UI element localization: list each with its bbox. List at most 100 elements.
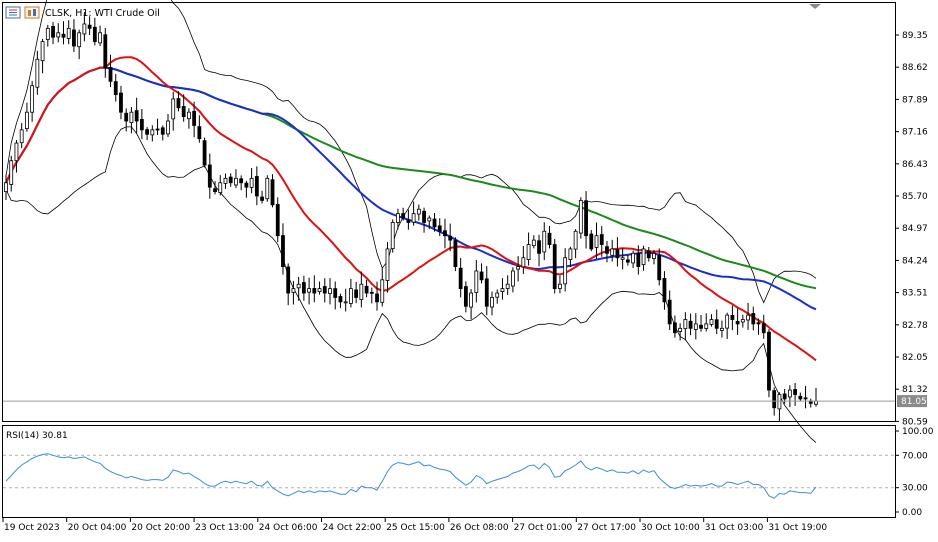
candle-body xyxy=(380,279,385,303)
candle-body xyxy=(254,176,259,197)
candle-body xyxy=(228,176,233,184)
candle-body xyxy=(270,179,275,206)
candle-body xyxy=(683,319,688,330)
candle-body xyxy=(343,301,348,304)
candle-body xyxy=(218,182,223,193)
candle-body xyxy=(364,285,369,294)
candle-body xyxy=(317,288,322,292)
candle-body xyxy=(469,292,473,308)
price-tick-label: 86.43 xyxy=(902,160,928,170)
candle-body xyxy=(657,254,662,281)
price-tick-label: 88.62 xyxy=(902,63,928,73)
candle-body xyxy=(725,314,730,329)
candle-body xyxy=(166,120,170,135)
candle-body xyxy=(599,234,604,245)
candle-body xyxy=(558,283,562,289)
candle-body xyxy=(605,246,609,254)
candle-body xyxy=(369,291,374,294)
price-tick-label: 81.32 xyxy=(902,385,928,395)
time-tick-label: 30 Oct 10:00 xyxy=(641,523,700,533)
time-tick-label: 27 Oct 01:00 xyxy=(514,523,573,533)
candle-body xyxy=(537,240,541,254)
candle-body xyxy=(782,393,787,400)
price-tick-label: 83.51 xyxy=(902,289,928,299)
candle-body xyxy=(207,164,212,188)
candle-body xyxy=(113,81,118,95)
candle-body xyxy=(35,58,40,88)
candle-body xyxy=(521,257,526,268)
candle-body xyxy=(636,252,641,267)
chart-title: CLSK, H1: WTI Crude Oil xyxy=(45,8,160,19)
price-tick-label: 82.78 xyxy=(902,321,928,331)
candle-body xyxy=(427,217,432,222)
candle-body xyxy=(589,233,594,250)
current-price-label: 81.05 xyxy=(901,397,927,407)
candle-body xyxy=(129,111,134,124)
candle-body xyxy=(338,296,343,303)
candle-body xyxy=(673,322,677,334)
candle-body xyxy=(573,230,578,250)
candle-body xyxy=(500,288,505,293)
candle-body xyxy=(594,235,599,248)
time-tick-label: 24 Oct 06:00 xyxy=(259,523,318,533)
candle-body xyxy=(615,249,620,259)
rsi-tick-label: 0.00 xyxy=(902,508,922,518)
time-tick-label: 19 Oct 2023 xyxy=(4,523,60,533)
candle-body xyxy=(406,219,411,223)
price-panel[interactable] xyxy=(2,2,896,422)
candle-body xyxy=(307,288,311,293)
candle-body xyxy=(568,248,573,260)
candle-body xyxy=(411,213,416,223)
candle-body xyxy=(275,203,280,237)
candle-body xyxy=(474,270,479,293)
candle-body xyxy=(72,29,76,47)
candle-body xyxy=(333,288,338,298)
candle-body xyxy=(390,222,395,250)
candle-body xyxy=(181,106,186,118)
candle-body xyxy=(281,235,285,267)
candle-body xyxy=(798,395,803,400)
candle-body xyxy=(385,248,390,281)
candle-body xyxy=(542,230,547,253)
candle-body xyxy=(197,126,202,140)
candle-body xyxy=(631,252,635,264)
candle-body xyxy=(150,129,155,136)
candle-body xyxy=(134,110,139,122)
candle-body xyxy=(14,142,19,162)
candle-body xyxy=(92,26,97,43)
candle-body xyxy=(793,389,797,395)
rsi-title: RSI(14) 30.81 xyxy=(6,431,68,441)
candle-body xyxy=(552,244,557,290)
candle-body xyxy=(30,85,35,113)
candle-body xyxy=(155,128,160,131)
candle-body xyxy=(416,208,421,215)
candle-body xyxy=(740,319,745,323)
candle-body xyxy=(584,200,588,237)
candle-body xyxy=(359,283,364,300)
candle-body xyxy=(578,200,583,234)
candle-body xyxy=(547,232,552,245)
candle-body xyxy=(187,111,191,120)
candle-body xyxy=(448,235,453,241)
candle-body xyxy=(678,327,683,332)
chart-settings-icon[interactable] xyxy=(24,6,40,19)
candle-body xyxy=(751,313,756,325)
price-tick-label: 82.05 xyxy=(902,353,928,363)
candle-body xyxy=(25,111,29,129)
candle-body xyxy=(77,32,82,48)
candle-body xyxy=(720,327,724,331)
candle-body xyxy=(301,282,306,294)
candle-body xyxy=(803,397,808,400)
candle-body xyxy=(709,319,714,325)
time-tick-label: 31 Oct 03:00 xyxy=(705,523,764,533)
chart-canvas[interactable]: 89.35 88.62 87.89 87.16 86.43 85.70 84.97 84.24… xyxy=(0,0,938,538)
price-tick-label: 80.59 xyxy=(902,417,928,427)
candle-body xyxy=(704,323,709,329)
candle-body xyxy=(495,292,500,298)
candle-body xyxy=(693,323,698,330)
candle-body xyxy=(505,283,510,289)
candle-body xyxy=(432,218,437,228)
candle-body xyxy=(620,257,625,260)
candle-body xyxy=(4,182,8,192)
price-tick-label: 84.24 xyxy=(902,256,928,266)
